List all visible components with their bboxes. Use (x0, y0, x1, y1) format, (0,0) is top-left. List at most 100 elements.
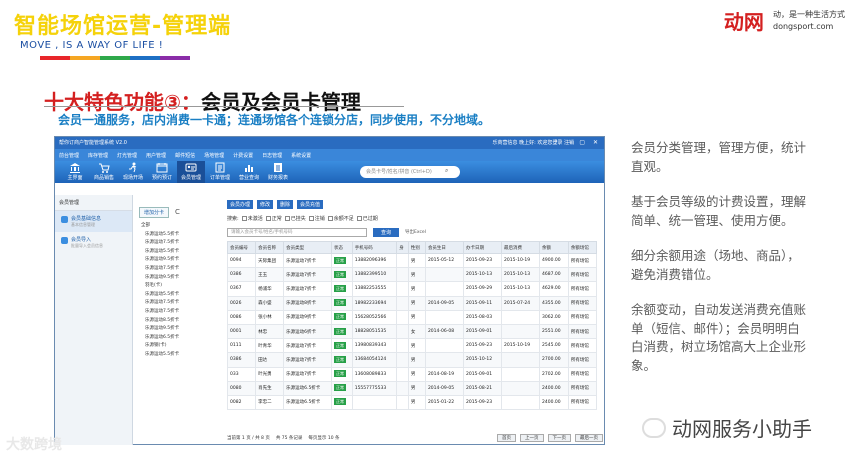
toolbar-sales[interactable]: 商品销售 (90, 161, 118, 183)
table-cell: 肖先生 (255, 380, 285, 396)
checkbox[interactable] (308, 215, 314, 221)
column-header[interactable]: 会员名称 (255, 241, 285, 254)
sidebar-item-member-info[interactable]: 会员基础信息 基本信息管理 (55, 211, 132, 232)
card-type-item[interactable]: 乐源运动7.5折卡 (139, 299, 221, 308)
member-search-input[interactable]: 请输入会员卡号/姓名/手机号码 (227, 227, 367, 237)
card-type-item[interactable]: 乐源钢(卡) (139, 342, 221, 351)
menu-item[interactable]: 日志管理 (262, 152, 282, 159)
card-type-item[interactable]: 乐源运动9.5折卡 (139, 325, 221, 334)
toolbar-report[interactable]: 财务报表 (264, 161, 292, 183)
toolbar-home[interactable]: 主界面 (61, 161, 89, 183)
table-row[interactable]: 033 叶光勇 乐源运动7折卡 正常 13608089833 男 2014-08-19 201… (226, 366, 598, 382)
checkbox[interactable] (356, 215, 362, 221)
card-type-item[interactable]: 乐源运动5.5折卡 (139, 351, 221, 360)
table-row[interactable]: 0080 肖先生 乐源运动6.5折卡 正常 15557775533 男 2014-09-05… (226, 380, 598, 396)
card-type-item[interactable]: 乐源运动7.5折卡 (139, 265, 221, 274)
menu-item[interactable]: 计费设置 (233, 152, 253, 159)
column-header[interactable]: 会员生日 (424, 241, 464, 254)
refresh-icon[interactable]: C (175, 208, 180, 216)
table-cell: 天际集团 (255, 252, 285, 269)
card-type-item[interactable]: 乐源运动9.5折卡 (139, 274, 221, 283)
table-row[interactable]: 0001 林忠 乐源运动6折卡 正常 18828051535 女 2014-06-08 201… (226, 323, 598, 340)
menu-item[interactable]: 前台管理 (59, 152, 79, 159)
first-page-button[interactable]: 首页 (497, 434, 516, 442)
card-type-item[interactable]: 乐源运动9.5折卡 (139, 256, 221, 265)
member-table: 会员编号 会员名称 会员类型 状态 手机号码 身 性别 会员生日 办卡日期 最后… (226, 241, 598, 411)
menu-item[interactable]: 库存管理 (88, 152, 108, 159)
query-button[interactable]: 查询 (373, 227, 400, 237)
toolbar-member[interactable]: 会员管理 (177, 161, 205, 183)
toolbar-query[interactable]: 营业查询 (235, 161, 263, 183)
filter-low-balance[interactable]: 余额不足 (327, 215, 354, 222)
card-type-item[interactable]: 乐源运动7.5折卡 (139, 308, 221, 317)
filter-lost[interactable]: 已挂失 (284, 215, 306, 222)
checkbox[interactable] (327, 215, 333, 221)
table-row[interactable]: 0082 李忠二 乐源运动6.5折卡 正常 男 2015-01-22 2015-09-23 2… (226, 394, 598, 411)
table-cell: 2015-10-19 (500, 338, 541, 354)
card-type-item[interactable]: 乐源运动8.5折卡 (139, 317, 221, 326)
checkbox[interactable] (241, 215, 247, 221)
export-excel-button[interactable]: 导出Excel (405, 229, 426, 235)
table-row[interactable]: 0086 张小林 乐源运动9折卡 正常 15628052566 男 2015-08-03 30… (226, 309, 598, 325)
pager-page-size: 每页显示 10 条 (308, 436, 340, 441)
card-type-item[interactable]: 羽毛(卡) (139, 282, 221, 291)
toolbar-label: 主界面 (67, 175, 83, 181)
column-header[interactable]: 最后消费 (500, 241, 541, 254)
table-row[interactable]: 0111 叶青华 乐源运动7折卡 正常 13980839343 男 2015-09-23 20… (226, 338, 598, 354)
menu-item[interactable]: 邮件短信 (175, 152, 195, 159)
filter-expired[interactable]: 已过期 (356, 215, 378, 222)
column-header[interactable]: 会员编号 (226, 241, 257, 254)
toolbar-orders[interactable]: 订单管理 (206, 161, 234, 183)
column-header[interactable]: 办卡日期 (462, 241, 503, 254)
menu-item[interactable]: 灯光管理 (117, 152, 137, 159)
left-sidebar: 会员管理 会员基础信息 基本信息管理 会员导入 批量导入会员信息 (55, 195, 133, 445)
column-header[interactable]: 手机号码 (351, 241, 398, 254)
cart-icon (99, 163, 110, 173)
prev-page-button[interactable]: 上一页 (520, 434, 544, 442)
add-card-type-button[interactable]: 增加分卡 (139, 207, 170, 218)
menu-item[interactable]: 场地管理 (204, 152, 224, 159)
checkbox[interactable] (284, 215, 290, 221)
filter-cancelled[interactable]: 注销 (308, 215, 325, 222)
column-header[interactable]: 余额 (539, 241, 569, 254)
sidebar-item-member-import[interactable]: 会员导入 批量导入会员信息 (55, 232, 132, 253)
column-header[interactable]: 状态 (330, 241, 353, 254)
recharge-button[interactable]: 会员充值 (297, 199, 324, 209)
table-cell: 男 (407, 295, 426, 311)
new-member-button[interactable]: 会员办理 (227, 199, 254, 209)
window-controls[interactable]: ? — ▢ ✕ (554, 137, 601, 149)
feature-list: 会员分类管理，管理方便，统计直观。 基于会员等级的计费设置，理解简单、统一管理、… (631, 139, 806, 392)
next-page-button[interactable]: 下一页 (547, 434, 571, 442)
column-header[interactable]: 余额场馆 (567, 241, 598, 254)
last-page-button[interactable]: 最后一页 (575, 434, 603, 442)
table-row[interactable]: 0367 杨浦华 乐源运动7折卡 正常 13882253555 男 2015-09-29 20… (226, 281, 598, 297)
menu-item[interactable]: 用户管理 (146, 152, 166, 159)
column-header[interactable]: 身 (396, 241, 409, 254)
table-row[interactable]: 0386 田达 乐源运动7折卡 正常 13684054124 男 2015-10-12 270… (226, 352, 598, 368)
card-type-item[interactable]: 乐源运动5.5折卡 (139, 231, 221, 240)
table-row[interactable]: 0026 森小盛 乐源运动8折卡 正常 18982233694 男 2014-09-05 20… (226, 295, 598, 311)
table-cell (424, 338, 464, 354)
column-header[interactable]: 会员类型 (283, 241, 332, 254)
table-row[interactable]: 0094 天际集团 乐源运动7折卡 正常 13882096396 男 2015-05-12 2… (226, 252, 598, 269)
column-header[interactable]: 性别 (407, 241, 426, 254)
card-type-item[interactable]: 全部 (139, 222, 221, 231)
filter-inactive[interactable]: 未激活 (241, 215, 263, 222)
table-cell: 正常 (330, 394, 353, 411)
table-row[interactable]: 0386 王玉 乐源运动7折卡 正常 13882399510 男 2015-10-13 201… (226, 267, 598, 283)
card-type-item[interactable]: 乐源运动6.5折卡 (139, 334, 221, 343)
table-cell: 男 (407, 338, 426, 354)
search-icon[interactable]: ⌕ (445, 167, 448, 175)
card-type-item[interactable]: 乐源运动5.5折卡 (139, 248, 221, 257)
menu-item[interactable]: 系统设置 (291, 152, 311, 159)
toolbar-booking[interactable]: 预约预订 (148, 161, 176, 183)
delete-button[interactable]: 删除 (277, 199, 294, 209)
toolbar-open[interactable]: 现场开场 (119, 161, 147, 183)
toolbar-label: 现场开场 (122, 175, 143, 181)
checkbox[interactable] (265, 215, 271, 221)
filter-normal[interactable]: 正常 (265, 215, 282, 222)
order-icon (215, 162, 225, 173)
edit-button[interactable]: 修改 (257, 199, 274, 209)
card-type-item[interactable]: 乐源运动7.5折卡 (139, 239, 221, 248)
card-type-item[interactable]: 乐源运动5.5折卡 (139, 291, 221, 300)
